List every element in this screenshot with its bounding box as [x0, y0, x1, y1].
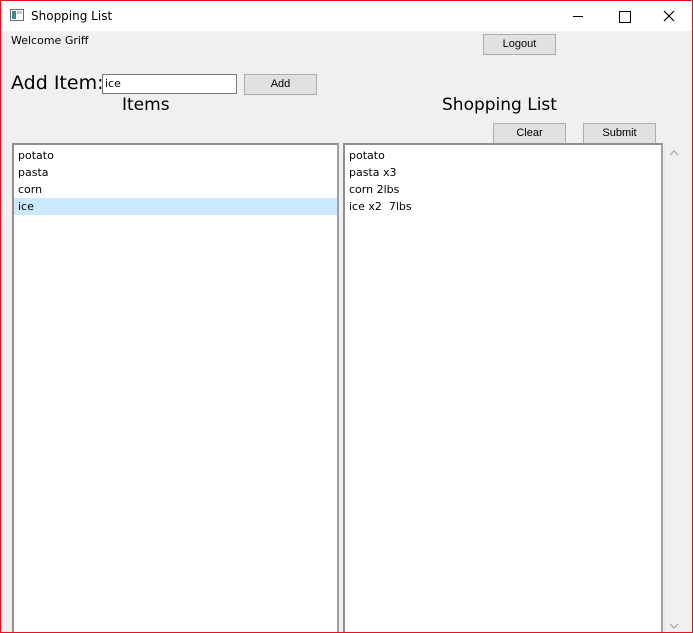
close-button[interactable]: [646, 1, 692, 31]
list-item[interactable]: pasta: [14, 164, 337, 181]
app-window: Shopping List Welcome Griff Logout Add I…: [0, 0, 693, 633]
minimize-button[interactable]: [554, 1, 600, 31]
items-list[interactable]: potato pasta corn ice: [12, 143, 339, 632]
scroll-up-arrow-icon[interactable]: [669, 148, 679, 158]
list-item[interactable]: ice x2 7lbs: [345, 198, 661, 215]
list-item[interactable]: corn: [14, 181, 337, 198]
list-item[interactable]: corn 2lbs: [345, 181, 661, 198]
list-item[interactable]: pasta x3: [345, 164, 661, 181]
logout-button[interactable]: Logout: [483, 34, 556, 55]
add-button[interactable]: Add: [244, 74, 317, 95]
list-item[interactable]: potato: [345, 147, 661, 164]
maximize-button[interactable]: [600, 1, 646, 31]
scroll-down-arrow-icon[interactable]: [669, 621, 679, 631]
shopping-list-heading: Shopping List: [442, 95, 557, 115]
app-icon: [10, 9, 24, 21]
add-item-input[interactable]: ice: [102, 74, 237, 94]
window-title: Shopping List: [31, 9, 113, 23]
list-item-selected[interactable]: ice: [14, 198, 337, 215]
welcome-text: Welcome Griff: [11, 34, 89, 47]
add-item-label: Add Item:: [11, 72, 104, 94]
list-item[interactable]: potato: [14, 147, 337, 164]
submit-button[interactable]: Submit: [583, 123, 656, 144]
shopping-list-scrollbar[interactable]: [664, 143, 682, 632]
clear-button[interactable]: Clear: [493, 123, 566, 144]
title-bar[interactable]: Shopping List: [1, 1, 692, 31]
close-icon: [663, 10, 675, 22]
shopping-list[interactable]: potato pasta x3 corn 2lbs ice x2 7lbs: [343, 143, 663, 632]
items-heading: Items: [122, 95, 170, 115]
